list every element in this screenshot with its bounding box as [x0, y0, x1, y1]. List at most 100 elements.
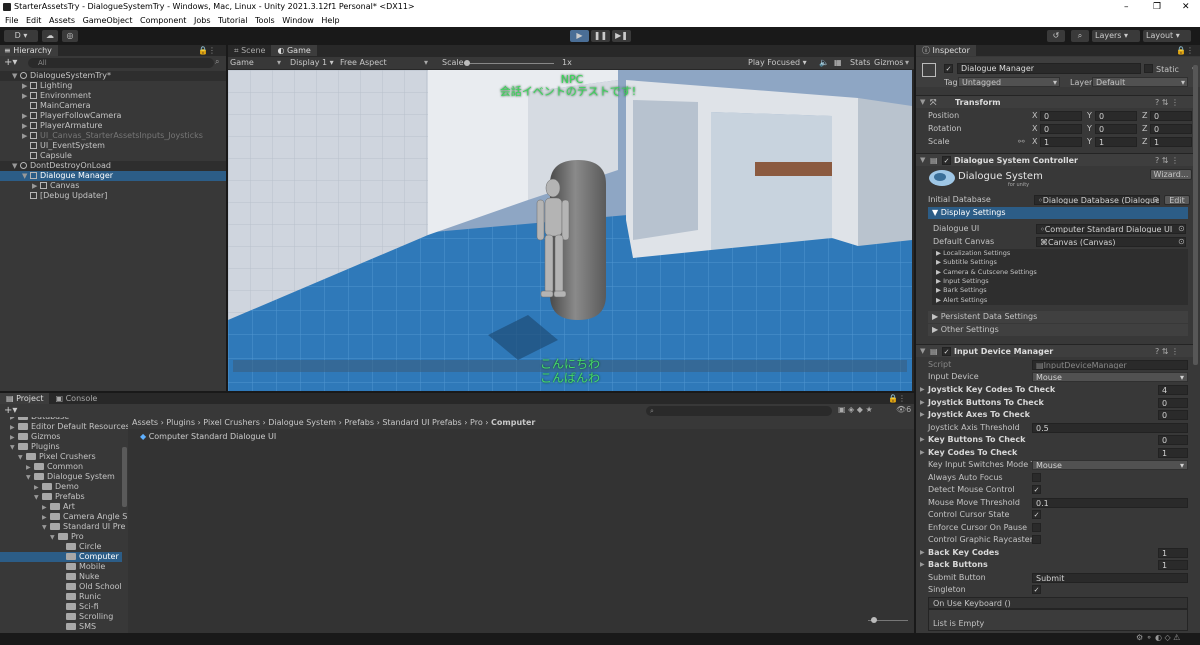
add-icon[interactable]: +▾: [4, 405, 17, 416]
default-canvas-field[interactable]: ⌘Canvas (Canvas): [1036, 237, 1186, 247]
step-button[interactable]: ▶❚: [612, 30, 631, 42]
setting-field[interactable]: Submit: [1032, 572, 1188, 583]
folder-tree-item[interactable]: ▼ Dialogue System: [0, 472, 122, 482]
folder-tree-item[interactable]: SMS: [0, 622, 122, 632]
layers-dropdown[interactable]: Layers ▾: [1092, 30, 1140, 42]
folder-tree-item[interactable]: Runic: [0, 592, 122, 602]
menu-jobs[interactable]: Jobs: [194, 14, 211, 27]
fold-arrow-icon[interactable]: ▼: [920, 154, 925, 167]
add-icon[interactable]: +▾: [4, 57, 17, 68]
fold-arrow-icon[interactable]: ▼: [12, 71, 20, 81]
folder-tree-item[interactable]: Old School: [0, 582, 122, 592]
fold-arrow-icon[interactable]: ▶: [22, 121, 30, 131]
breadcrumb-item[interactable]: Pixel Crushers: [203, 418, 260, 427]
menu-file[interactable]: File: [5, 14, 18, 27]
game-viewport[interactable]: NPC 会話イベントのテストです! こんにちわ こんばんわ: [228, 70, 912, 391]
setting-checkbox[interactable]: [1032, 535, 1041, 544]
setting-field[interactable]: 0.1: [1032, 497, 1188, 508]
fold-arrow-icon[interactable]: ▶: [920, 447, 925, 459]
menu-component[interactable]: Component: [140, 14, 186, 27]
fold-arrow-icon[interactable]: ▶: [22, 91, 30, 101]
fold-arrow-icon[interactable]: ▼: [22, 171, 30, 181]
object-name-field[interactable]: Dialogue Manager: [957, 63, 1141, 74]
input-device-manager-header[interactable]: ▼ ▤ ✓ Input Device Manager ? ⇅ ⋮: [916, 344, 1198, 357]
setting-checkbox[interactable]: ✓: [1032, 485, 1041, 494]
response-option-2[interactable]: こんばんわ: [522, 372, 618, 384]
array-size-field[interactable]: 1: [1158, 547, 1188, 558]
tab-project[interactable]: ▤ Project: [0, 393, 50, 404]
transform-x-field[interactable]: 1: [1040, 137, 1082, 147]
icon-size-handle[interactable]: [871, 617, 877, 623]
folder-tree-item[interactable]: ▶ Art: [0, 502, 122, 512]
wizard-button[interactable]: Wizard...: [1150, 169, 1192, 180]
input-device-dropdown[interactable]: Mouse ▾: [1032, 372, 1188, 382]
response-option-1[interactable]: こんにちわ: [522, 358, 618, 370]
collab-icon[interactable]: ◎: [62, 30, 78, 42]
fold-arrow-icon[interactable]: ▶: [920, 547, 925, 559]
object-picker-icon[interactable]: ⊙: [1152, 194, 1159, 206]
play-focused-dropdown[interactable]: Play Focused ▾: [748, 57, 807, 69]
transform-z-field[interactable]: 1: [1150, 137, 1192, 147]
menu-gameobject[interactable]: GameObject: [83, 14, 133, 27]
tab-inspector[interactable]: ⓘ Inspector: [916, 45, 976, 56]
folder-tree-item[interactable]: ▼ Pixel Crushers: [0, 452, 122, 462]
folder-tree-item[interactable]: Nuke: [0, 572, 122, 582]
filter-icon[interactable]: ⌕: [215, 57, 219, 67]
array-size-field[interactable]: 1: [1158, 447, 1188, 458]
fold-arrow-icon[interactable]: ▶: [920, 384, 925, 396]
tab-hierarchy[interactable]: ≡ Hierarchy: [0, 45, 58, 56]
scale-slider-handle[interactable]: [464, 60, 470, 66]
close-button[interactable]: ✕: [1182, 0, 1190, 14]
menu-tutorial[interactable]: Tutorial: [218, 14, 247, 27]
hierarchy-item[interactable]: [Debug Updater]: [0, 191, 226, 201]
breadcrumb-item[interactable]: Pro: [470, 418, 483, 427]
lock-icon[interactable]: 🔒⋮: [1176, 45, 1194, 56]
hierarchy-item[interactable]: ▶ Lighting: [0, 81, 226, 91]
menu-assets[interactable]: Assets: [49, 14, 75, 27]
hierarchy-item[interactable]: ▶ PlayerArmature: [0, 121, 226, 131]
folder-tree-item[interactable]: ▼ Prefabs: [0, 492, 122, 502]
fold-arrow-icon[interactable]: ▶: [920, 397, 925, 409]
folder-tree-item[interactable]: Mobile: [0, 562, 122, 572]
dialogue-system-controller-header[interactable]: ▼ ▤ ✓ Dialogue System Controller ? ⇅ ⋮: [916, 153, 1198, 166]
hierarchy-item[interactable]: ▶ UI_Canvas_StarterAssetsInputs_Joysticks: [0, 131, 226, 141]
menu-help[interactable]: Help: [321, 14, 339, 27]
history-icon[interactable]: ↺: [1047, 30, 1065, 42]
array-size-field[interactable]: 0: [1158, 410, 1188, 420]
folder-tree-item[interactable]: Circle: [0, 542, 122, 552]
fold-arrow-icon[interactable]: ▶: [920, 409, 925, 421]
folder-tree-item[interactable]: Computer: [0, 552, 122, 562]
account-button[interactable]: D ▾: [4, 30, 38, 42]
breadcrumb-item[interactable]: Prefabs: [344, 418, 374, 427]
sub-settings-foldout[interactable]: ▶ Subtitle Settings: [936, 258, 997, 267]
fold-arrow-icon[interactable]: ▶: [22, 131, 30, 141]
layer-dropdown[interactable]: Default ▾: [1092, 77, 1188, 87]
transform-x-field[interactable]: 0: [1040, 124, 1082, 134]
maximize-button[interactable]: ❐: [1153, 0, 1161, 14]
layout-dropdown[interactable]: Layout ▾: [1143, 30, 1191, 42]
game-mode-dropdown[interactable]: Game: [230, 57, 254, 69]
tab-scene[interactable]: ⌗ Scene: [228, 45, 272, 56]
object-picker-icon[interactable]: ⊙: [1178, 236, 1185, 248]
fold-arrow-icon[interactable]: ▼: [12, 161, 20, 171]
status-icons[interactable]: ⚙ ⚬ ◐ ◇ ⚠: [1136, 633, 1180, 642]
tab-console[interactable]: ▣ Console: [49, 393, 104, 404]
breadcrumb-item[interactable]: Dialogue System: [268, 418, 336, 427]
hierarchy-scene-row[interactable]: ▼ DontDestroyOnLoad: [0, 161, 226, 171]
setting-checkbox[interactable]: [1032, 472, 1041, 482]
lock-icon[interactable]: 🔒⋮: [888, 393, 906, 404]
hierarchy-item[interactable]: ▼ Dialogue Manager: [0, 171, 226, 181]
hierarchy-item[interactable]: ▶ Canvas: [0, 181, 226, 191]
hierarchy-item[interactable]: UI_EventSystem: [0, 141, 226, 151]
setting-field[interactable]: 0.5: [1032, 422, 1188, 433]
initial-database-field[interactable]: ◦Dialogue Database (Dialogue Da: [1034, 195, 1160, 205]
folder-tree-item[interactable]: Sci-fi: [0, 602, 122, 612]
folder-tree-item[interactable]: Scrolling: [0, 612, 122, 622]
sub-settings-foldout[interactable]: ▶ Alert Settings: [936, 296, 987, 305]
edit-button[interactable]: Edit: [1164, 195, 1190, 205]
static-checkbox[interactable]: [1144, 64, 1153, 73]
play-button[interactable]: ▶: [570, 30, 589, 42]
menu-window[interactable]: Window: [282, 14, 314, 27]
component-enabled-checkbox[interactable]: ✓: [942, 347, 951, 356]
array-size-field[interactable]: 0: [1158, 435, 1188, 445]
